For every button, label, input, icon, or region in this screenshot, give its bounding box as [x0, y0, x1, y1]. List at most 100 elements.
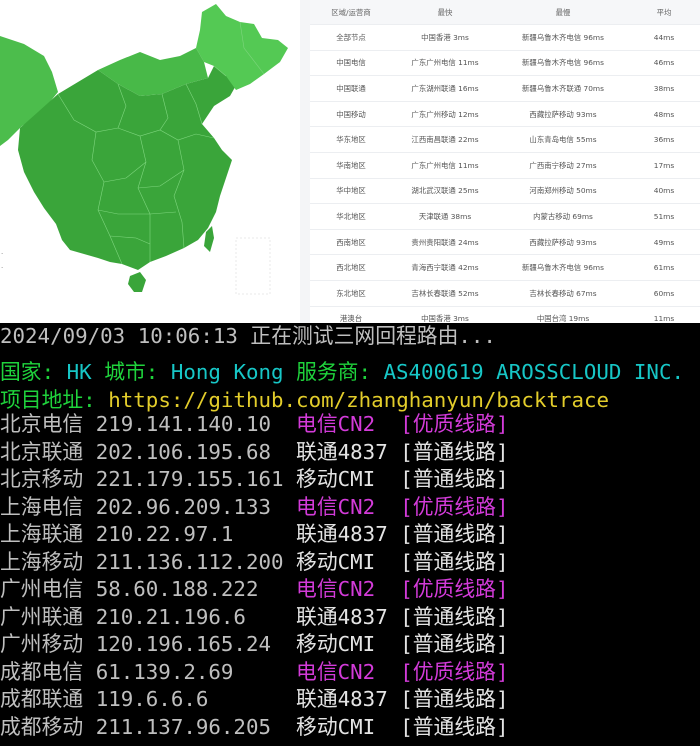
table-cell: 中国台湾 19ms	[498, 306, 628, 323]
table-cell: 东北地区	[310, 280, 392, 307]
table-cell: 吉林长春联通 52ms	[392, 280, 498, 307]
panel-divider	[300, 0, 310, 323]
table-cell: 华南地区	[310, 152, 392, 179]
table-cell: 西南地区	[310, 229, 392, 256]
map-region-hainan[interactable]	[128, 272, 146, 292]
table-cell: 华北地区	[310, 203, 392, 230]
table-cell: 广东广州电信 11ms	[392, 50, 498, 77]
table-cell: 新疆乌鲁木齐电信 96ms	[498, 50, 628, 77]
terminal-line: 上海联通 210.22.97.1 联通4837 [普通线路]	[0, 521, 508, 549]
table-cell: 17ms	[628, 152, 700, 179]
table-cell: 11ms	[628, 306, 700, 323]
terminal-text: 广州移动 120.196.165.24	[0, 632, 297, 656]
table-cell: 港澳台	[310, 306, 392, 323]
south-sea-inset	[235, 237, 271, 295]
table-cell: 天津联通 38ms	[392, 203, 498, 230]
table-cell: 38ms	[628, 75, 700, 102]
terminal-line: 上海电信 202.96.209.133 电信CN2 [优质线路]	[0, 494, 508, 522]
terminal-text: 电信CN2 [优质线路]	[296, 660, 509, 684]
table-cell: 新疆乌鲁木齐电信 96ms	[498, 254, 628, 281]
table-cell: 新疆乌鲁木齐电信 96ms	[498, 24, 628, 51]
table-row: 华东地区 江西南昌联通 22ms 山东青岛电信 55ms 36ms	[310, 126, 700, 153]
column-header: 平均	[628, 0, 700, 25]
table-cell: 中国电信	[310, 50, 392, 77]
terminal-text: 电信CN2 [优质线路]	[296, 412, 509, 436]
table-cell: 60ms	[628, 280, 700, 307]
terminal-text: 联通4837 [普通线路]	[296, 522, 509, 546]
table-cell: 华东地区	[310, 126, 392, 153]
terminal-line: 成都电信 61.139.2.69 电信CN2 [优质线路]	[0, 659, 508, 687]
terminal-text: 移动CMI [普通线路]	[296, 550, 509, 574]
terminal-text: 电信CN2 [优质线路]	[296, 577, 509, 601]
table-cell: 中国联通	[310, 75, 392, 102]
table-row: 华南地区 广东广州电信 11ms 广西南宁移动 27ms 17ms	[310, 152, 700, 179]
table-row: 西南地区 贵州贵阳联通 24ms 西藏拉萨移动 93ms 49ms	[310, 229, 700, 256]
table-cell: 48ms	[628, 101, 700, 128]
table-cell: 49ms	[628, 229, 700, 256]
latency-report-panel: . . 区域/运营商 最快 最慢 平均 全部节点 中国香港 3ms 新疆乌鲁木齐电信 96…	[0, 0, 700, 323]
terminal-text: Hong Kong	[170, 360, 297, 384]
terminal-text: 广州电信 58.60.188.222	[0, 577, 297, 601]
table-cell: 51ms	[628, 203, 700, 230]
terminal-text: AS400619 AROSSCLOUD INC.	[383, 360, 685, 384]
terminal-text: 联通4837 [普通线路]	[296, 440, 509, 464]
terminal-line: 北京移动 221.179.155.161 移动CMI [普通线路]	[0, 466, 508, 494]
map-svg: . .	[0, 4, 288, 295]
table-cell: 江西南昌联通 22ms	[392, 126, 498, 153]
terminal-text: 北京联通 202.106.195.68	[0, 440, 297, 464]
column-header: 区域/运营商	[310, 0, 392, 25]
terminal-line: 上海移动 211.136.112.200 移动CMI [普通线路]	[0, 549, 508, 577]
table-cell: 中国移动	[310, 101, 392, 128]
terminal-text: 移动CMI [普通线路]	[296, 467, 509, 491]
table-cell: 46ms	[628, 50, 700, 77]
latency-table-panel: 区域/运营商 最快 最慢 平均 全部节点 中国香港 3ms 新疆乌鲁木齐电信 96ms 44…	[310, 0, 700, 323]
table-cell: 中国香港 3ms	[392, 24, 498, 51]
terminal-line: 成都联通 119.6.6.6 联通4837 [普通线路]	[0, 686, 508, 714]
table-cell: 44ms	[628, 24, 700, 51]
column-header: 最慢	[498, 0, 628, 25]
terminal-line: 北京联通 202.106.195.68 联通4837 [普通线路]	[0, 439, 508, 467]
terminal-line: 北京电信 219.141.140.10 电信CN2 [优质线路]	[0, 411, 508, 439]
table-cell: 广东广州电信 11ms	[392, 152, 498, 179]
table-cell: 全部节点	[310, 24, 392, 51]
table-row: 中国移动 广东广州移动 12ms 西藏拉萨移动 93ms 48ms	[310, 101, 700, 128]
table-cell: 新疆乌鲁木齐联通 70ms	[498, 75, 628, 102]
table-row: 港澳台 中国香港 3ms 中国台湾 19ms 11ms	[310, 306, 700, 323]
terminal-text: 移动CMI [普通线路]	[296, 715, 509, 739]
table-row: 全部节点 中国香港 3ms 新疆乌鲁木齐电信 96ms 44ms	[310, 24, 700, 51]
table-cell: 内蒙古移动 69ms	[498, 203, 628, 230]
terminal-text: 城市:	[104, 360, 171, 384]
table-cell: 山东青岛电信 55ms	[498, 126, 628, 153]
terminal-line: 2024/09/03 10:06:13 正在测试三网回程路由...	[0, 323, 496, 351]
terminal-text: 2024/09/03 10:06:13 正在测试三网回程路由...	[0, 324, 496, 348]
table-row: 中国电信 广东广州电信 11ms 新疆乌鲁木齐电信 96ms 46ms	[310, 50, 700, 77]
terminal-text: 成都移动 211.137.96.205	[0, 715, 297, 739]
legend-mark: .	[1, 248, 3, 256]
terminal-text: 电信CN2 [优质线路]	[296, 495, 509, 519]
table-cell: 广东广州移动 12ms	[392, 101, 498, 128]
table-cell: 西北地区	[310, 254, 392, 281]
terminal-text: 上海电信 202.96.209.133	[0, 495, 297, 519]
column-header: 最快	[392, 0, 498, 25]
table-cell: 广东湖州联通 16ms	[392, 75, 498, 102]
table-cell: 湖北武汉联通 25ms	[392, 178, 498, 205]
terminal-text: 移动CMI [普通线路]	[296, 632, 509, 656]
terminal-text: 广州联通 210.21.196.6	[0, 605, 297, 629]
table-cell: 青海西宁联通 42ms	[392, 254, 498, 281]
latency-table: 区域/运营商 最快 最慢 平均 全部节点 中国香港 3ms 新疆乌鲁木齐电信 96ms 44…	[310, 0, 700, 323]
table-cell: 36ms	[628, 126, 700, 153]
table-cell: 中国香港 3ms	[392, 306, 498, 323]
terminal-text: 成都联通 119.6.6.6	[0, 687, 297, 711]
terminal-text: HK	[66, 360, 105, 384]
terminal-text: 服务商:	[296, 360, 384, 384]
terminal-text: 北京电信 219.141.140.10	[0, 412, 297, 436]
terminal-text: 联通4837 [普通线路]	[296, 687, 509, 711]
terminal-text: 北京移动 221.179.155.161	[0, 467, 297, 491]
table-cell: 40ms	[628, 178, 700, 205]
table-cell: 广西南宁移动 27ms	[498, 152, 628, 179]
terminal-line: 广州电信 58.60.188.222 电信CN2 [优质线路]	[0, 576, 508, 604]
terminal-text: 国家:	[0, 360, 67, 384]
legend-mark: .	[1, 262, 3, 270]
table-row: 华中地区 湖北武汉联通 25ms 河南郑州移动 50ms 40ms	[310, 178, 700, 205]
table-cell: 61ms	[628, 254, 700, 281]
